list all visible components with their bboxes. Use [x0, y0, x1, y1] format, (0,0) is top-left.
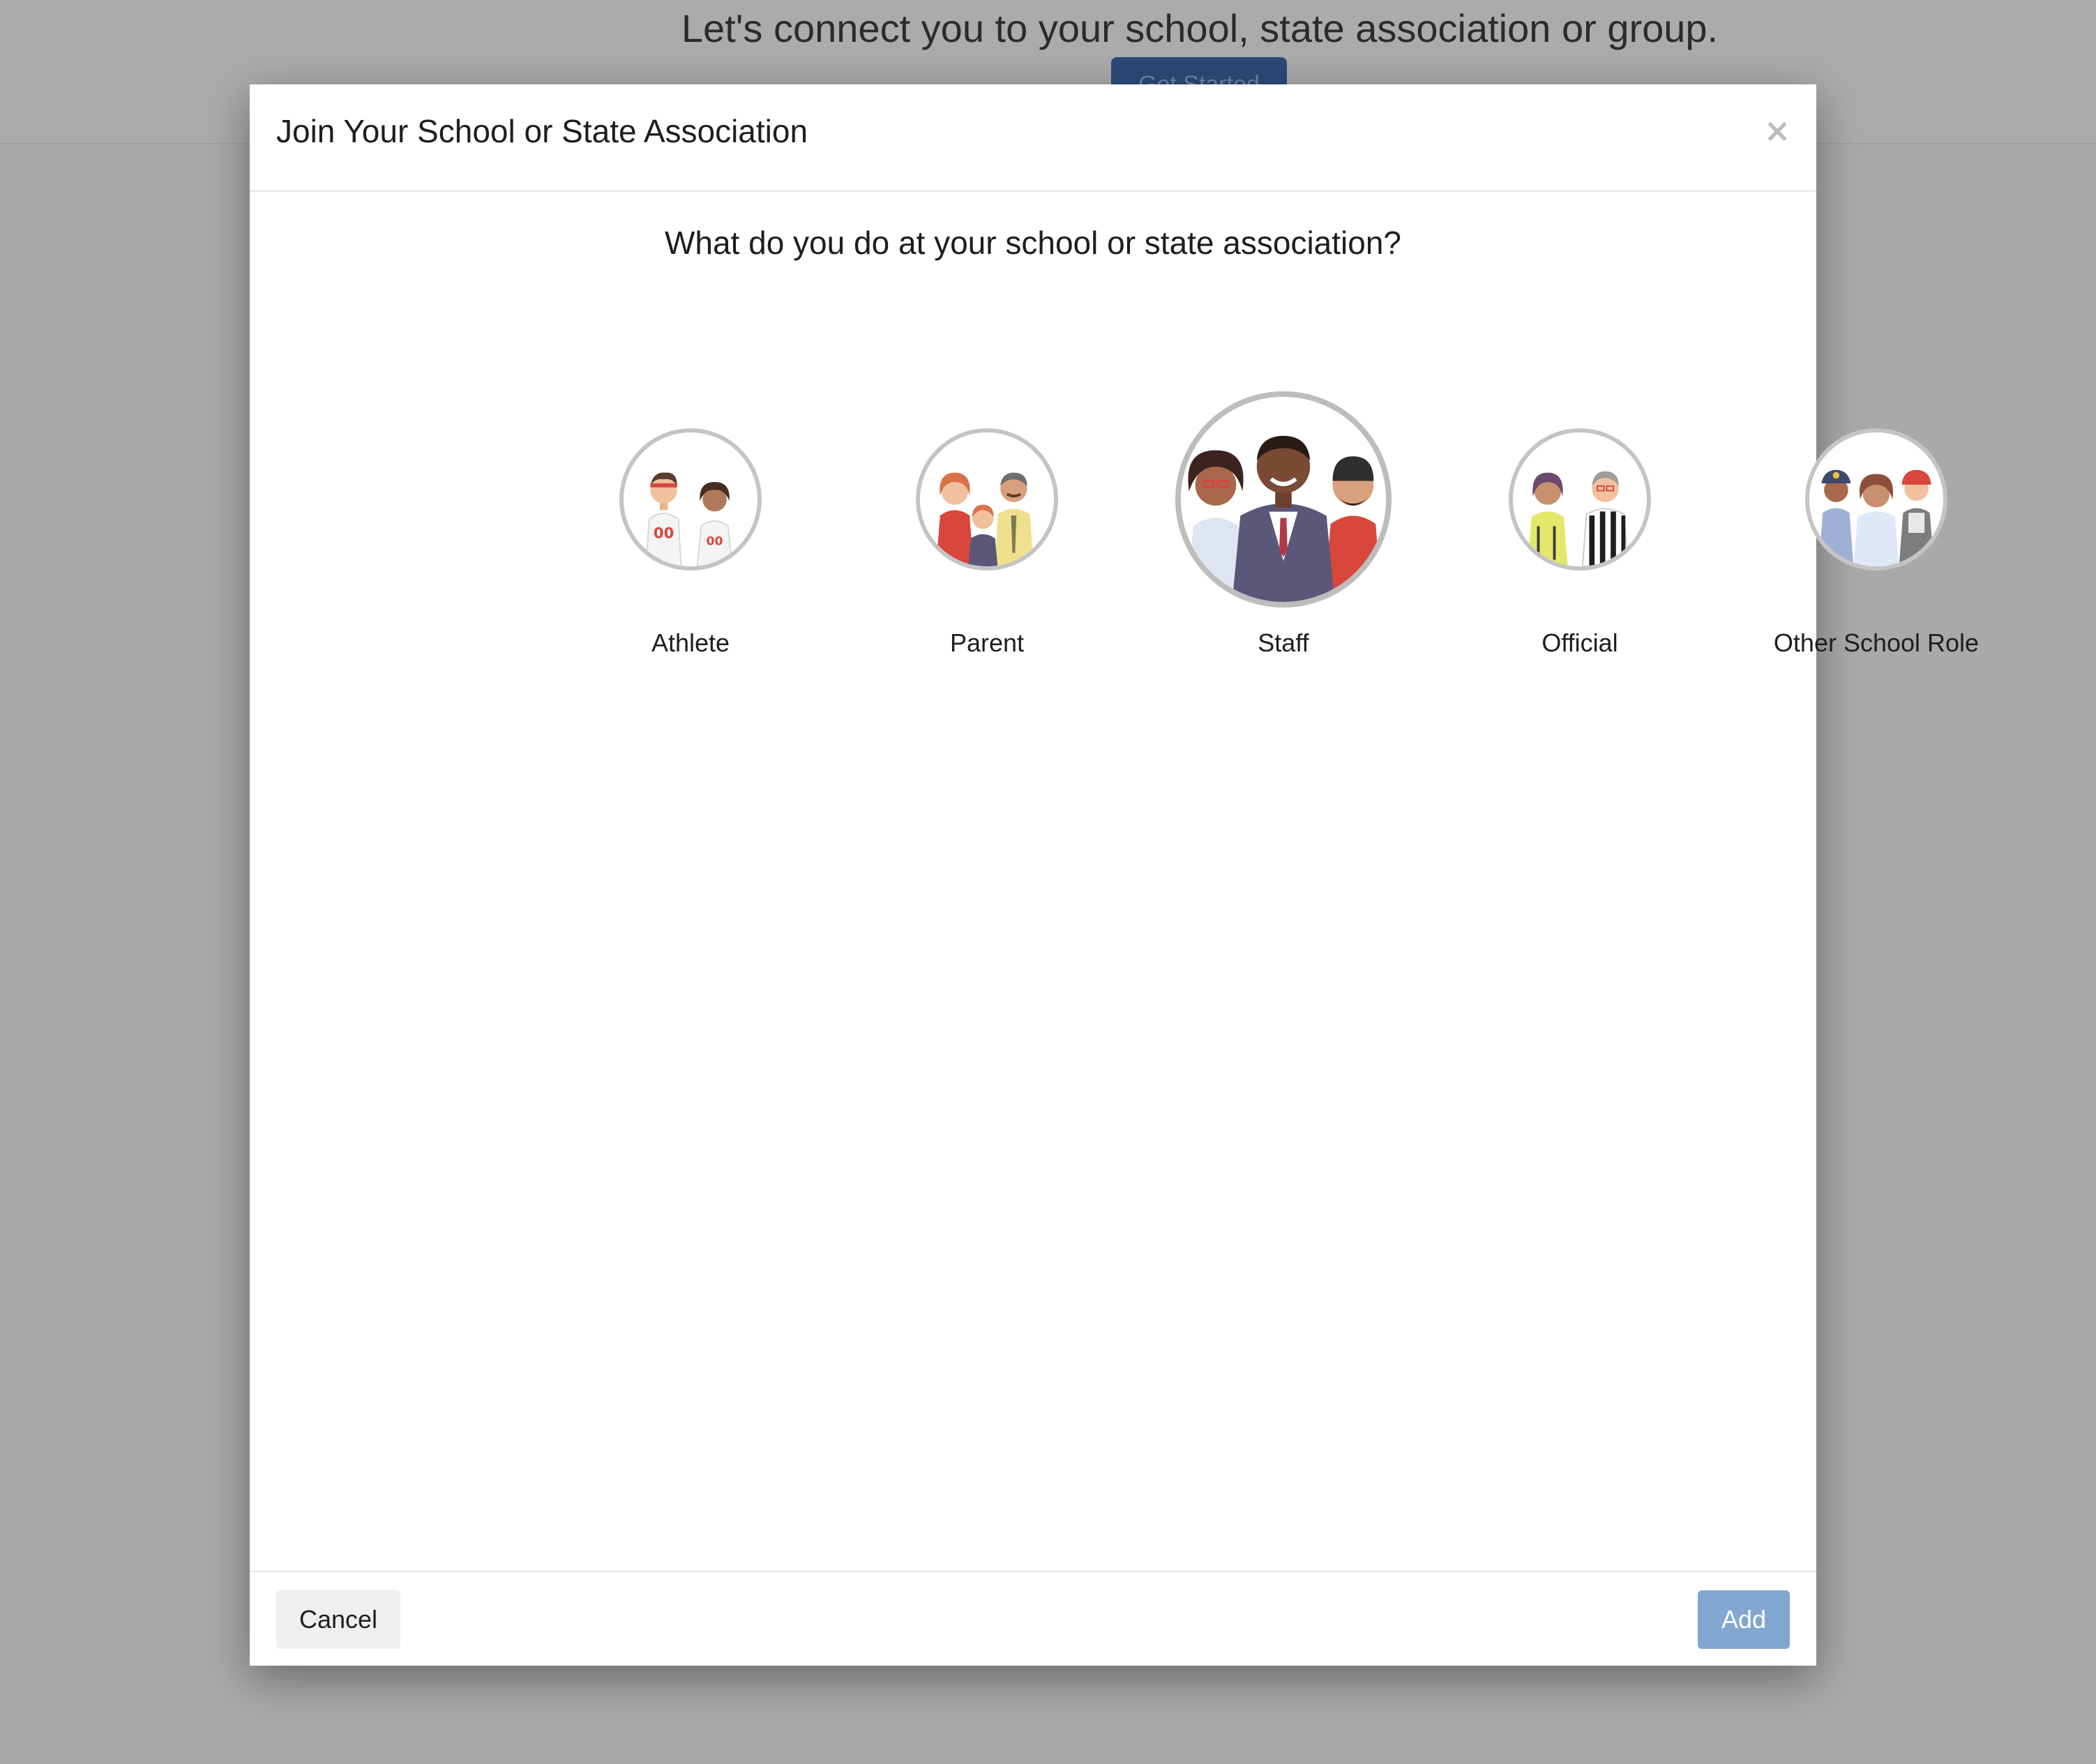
other-roles-icon: [1805, 428, 1947, 571]
role-option-parent[interactable]: Parent: [854, 384, 1119, 684]
role-option-other-school-role[interactable]: Other School Role: [1744, 384, 2009, 684]
svg-text:00: 00: [654, 525, 674, 542]
join-association-modal: Join Your School or State Association × …: [250, 84, 1979, 1667]
staff-group-icon: [1175, 391, 1392, 608]
role-option-official[interactable]: Official: [1447, 384, 1712, 684]
role-label-parent: Parent: [949, 628, 1025, 657]
role-label-staff: Staff: [1258, 628, 1309, 657]
get-started-button: Get Started: [1111, 57, 1287, 88]
add-button[interactable]: Add: [1698, 1590, 1790, 1649]
background-headline: Let's connect you to your school, state …: [681, 6, 1719, 50]
parent-family-icon: [916, 428, 1058, 571]
officials-icon: [1509, 428, 1651, 571]
role-option-athlete[interactable]: 00 00 Athlete: [558, 384, 823, 684]
role-label-other-school-role: Other School Role: [1773, 628, 1980, 657]
cancel-button[interactable]: Cancel: [276, 1590, 400, 1649]
svg-text:00: 00: [707, 534, 723, 548]
role-label-official: Official: [1541, 628, 1618, 657]
athletes-icon: 00 00: [619, 428, 762, 571]
role-options: 00 00 Athlete Parent Staff Official Othe…: [250, 84, 1979, 712]
role-option-staff[interactable]: Staff: [1151, 384, 1416, 684]
role-label-athlete: Athlete: [651, 628, 730, 657]
modal-footer: Cancel Add: [250, 1571, 1816, 1667]
